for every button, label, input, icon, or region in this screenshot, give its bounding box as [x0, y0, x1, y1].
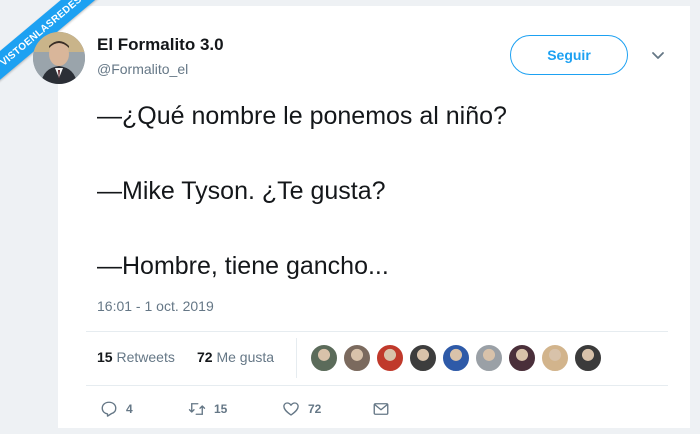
liker-avatar[interactable] [442, 344, 470, 372]
like-action[interactable]: 72 [282, 400, 321, 418]
author-handle[interactable]: @Formalito_el [97, 61, 188, 77]
retweet-count: 15 [214, 402, 228, 416]
retweets-label: Retweets [116, 349, 175, 365]
author-name[interactable]: El Formalito 3.0 [97, 35, 224, 55]
liker-avatar[interactable] [475, 344, 503, 372]
reply-icon [101, 401, 117, 417]
liker-avatar[interactable] [310, 344, 338, 372]
heart-icon [283, 402, 299, 416]
likes-stat[interactable]: 72 Me gusta [197, 349, 274, 365]
frame-border-right [690, 0, 700, 434]
tweet-text-line: —Hombre, tiene gancho... [97, 252, 389, 280]
chevron-down-icon[interactable] [650, 48, 666, 64]
reply-count: 4 [126, 402, 133, 416]
retweet-action[interactable]: 15 [188, 400, 227, 418]
tweet-text-line: —Mike Tyson. ¿Te gusta? [97, 177, 386, 205]
retweet-icon [188, 403, 206, 415]
tweet-text-line: —¿Qué nombre le ponemos al niño? [97, 102, 507, 130]
divider [86, 385, 668, 386]
divider [86, 331, 668, 332]
reply-action[interactable]: 4 [100, 400, 133, 418]
tweet-timestamp[interactable]: 16:01 - 1 oct. 2019 [97, 298, 214, 314]
likes-count: 72 [197, 349, 213, 365]
frame-border-bottom [0, 428, 700, 434]
liker-avatar[interactable] [508, 344, 536, 372]
retweets-stat[interactable]: 15 Retweets [97, 349, 175, 365]
liker-avatar[interactable] [409, 344, 437, 372]
retweets-count: 15 [97, 349, 113, 365]
follow-button[interactable]: Seguir [510, 35, 628, 75]
author-avatar[interactable] [33, 32, 85, 84]
stats-divider [296, 338, 297, 378]
likes-label: Me gusta [216, 349, 275, 365]
liker-avatar[interactable] [343, 344, 371, 372]
profile-photo-icon [33, 32, 85, 84]
envelope-icon [373, 403, 389, 415]
like-count: 72 [308, 402, 322, 416]
liker-avatar[interactable] [574, 344, 602, 372]
liker-avatar[interactable] [376, 344, 404, 372]
liker-avatar[interactable] [541, 344, 569, 372]
frame-border-top [0, 0, 700, 6]
message-action[interactable] [372, 400, 398, 418]
